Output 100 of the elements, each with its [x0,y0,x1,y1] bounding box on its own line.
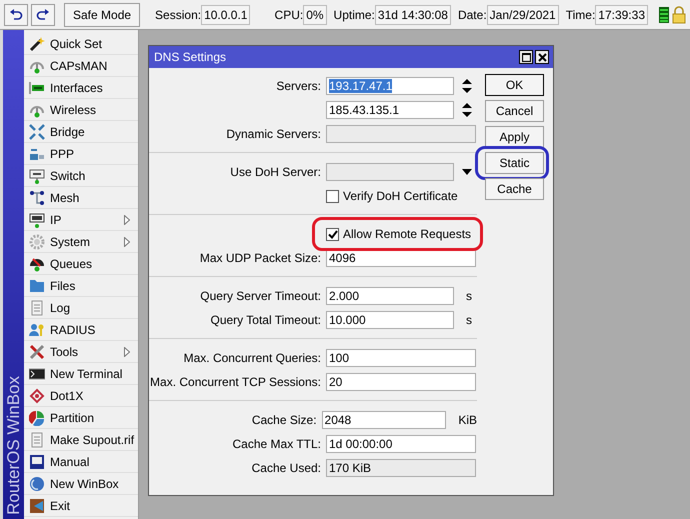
field-label: Servers: [276,79,321,93]
redo-icon [36,8,50,20]
field-label: Dynamic Servers: [226,127,321,141]
field-label: Query Total Timeout: [210,313,321,327]
menu-item[interactable]: Quick Set [24,33,138,55]
checkbox[interactable] [326,228,339,240]
folder-icon [29,278,45,294]
status-value: 31d 14:30:08 [374,4,451,24]
bridge-icon [29,124,45,140]
undo-icon [9,8,23,20]
dialog-button[interactable]: Cache [485,178,544,200]
dialog-button[interactable]: Apply [485,126,544,148]
menu-item[interactable]: Switch [24,165,138,187]
status-label: Uptime: [334,8,375,22]
close-button[interactable] [535,50,549,64]
menu-item[interactable]: IP [24,209,138,231]
input-field[interactable]: 1d 00:00:00 [326,435,476,453]
menu-item[interactable]: Log [24,297,138,319]
checkbox-label: Verify DoH Certificate [343,189,458,203]
unit-label: KiB [458,413,477,427]
status-label: Date: [458,8,487,22]
menu-item[interactable]: System [24,231,138,253]
window-title: DNS Settings [154,50,228,64]
unit-label: s [466,313,472,327]
menu-item[interactable]: New WinBox [24,473,138,495]
status-label: Time: [566,8,596,22]
switch-icon [29,168,45,184]
menu-item[interactable]: Files [24,275,138,297]
terminal-icon [29,366,45,382]
menu-item[interactable]: Queues [24,253,138,275]
checkbox[interactable] [326,190,339,202]
status-value: 17:39:33 [595,4,648,24]
document-icon [29,300,45,316]
dialog-button[interactable]: Cancel [485,100,544,122]
spinner-arrows-icon[interactable] [462,103,472,117]
field-label: Max. Concurrent TCP Sessions: [150,375,321,389]
lock-icon [672,6,686,24]
safe-mode-button[interactable]: Safe Mode [64,2,140,26]
menu-item[interactable]: Exit [24,495,138,517]
input-field[interactable]: 100 [326,349,476,367]
status-value: Jan/29/2021 [486,4,559,24]
menu-item[interactable]: Dot1X [24,385,138,407]
menu-item[interactable]: PPP [24,143,138,165]
wand-icon [29,36,45,52]
menu-item[interactable]: Partition [24,407,138,429]
submenu-arrow-icon [124,214,130,224]
brand-title: RouterOS WinBox [4,376,24,515]
submenu-arrow-icon [124,236,130,246]
dialog-button[interactable]: Static [485,152,544,174]
menu-item[interactable]: Mesh [24,187,138,209]
menu-item[interactable]: Manual [24,451,138,473]
input-field[interactable]: 185.43.135.1 [326,101,454,119]
field-label: Query Server Timeout: [200,289,321,303]
menu-item[interactable]: Tools [24,341,138,363]
menu-item[interactable]: Wireless [24,99,138,121]
exit-icon [29,498,45,514]
input-field[interactable]: 193.17.47.1 [326,77,454,95]
status-label: CPU: [274,8,304,22]
network-card-icon [29,80,45,96]
undo-button[interactable] [4,4,28,26]
dialog-button[interactable]: OK [485,74,544,96]
input-field[interactable]: 2048 [322,411,446,429]
input-field[interactable]: 10.000 [326,311,454,329]
dropdown-field[interactable] [326,163,454,181]
tools-icon [29,344,45,360]
menu-item[interactable]: Bridge [24,121,138,143]
diamond-icon [29,388,45,404]
menu-item[interactable]: RADIUS [24,319,138,341]
input-field[interactable]: 2.000 [326,287,454,305]
menu-item[interactable]: Interfaces [24,77,138,99]
signal-bars-icon [659,6,669,22]
status-value: 0% [303,4,327,24]
gear-icon [29,234,45,250]
field-label: Max UDP Packet Size: [200,251,321,265]
menu-item[interactable]: CAPsMAN [24,55,138,77]
user-key-icon [29,322,45,338]
spinner-arrows-icon[interactable] [462,79,472,93]
session-field: 10.0.0.1 [201,4,250,24]
ip-icon [29,212,45,228]
pie-icon [29,410,45,426]
maximize-button[interactable] [519,50,533,64]
field-label: Max. Concurrent Queries: [184,351,321,365]
dropdown-arrow-icon[interactable] [462,169,472,175]
session-label: Session: [155,8,202,22]
menu-item[interactable]: Make Supout.rif [24,429,138,451]
menu-item[interactable]: New Terminal [24,363,138,385]
globe-icon [29,476,45,492]
redo-button[interactable] [31,4,55,26]
mesh-icon [29,190,45,206]
document-icon [29,432,45,448]
unit-label: s [466,289,472,303]
input-field[interactable]: 20 [326,373,476,391]
book-icon [29,454,45,470]
field-label: Cache Size: [252,413,317,427]
checkbox-label: Allow Remote Requests [343,227,472,241]
submenu-arrow-icon [124,346,130,356]
gauge-icon [29,256,45,272]
field-label: Cache Max TTL: [232,437,321,451]
field-label: Use DoH Server: [230,165,321,179]
field-label: Cache Used: [252,461,321,475]
